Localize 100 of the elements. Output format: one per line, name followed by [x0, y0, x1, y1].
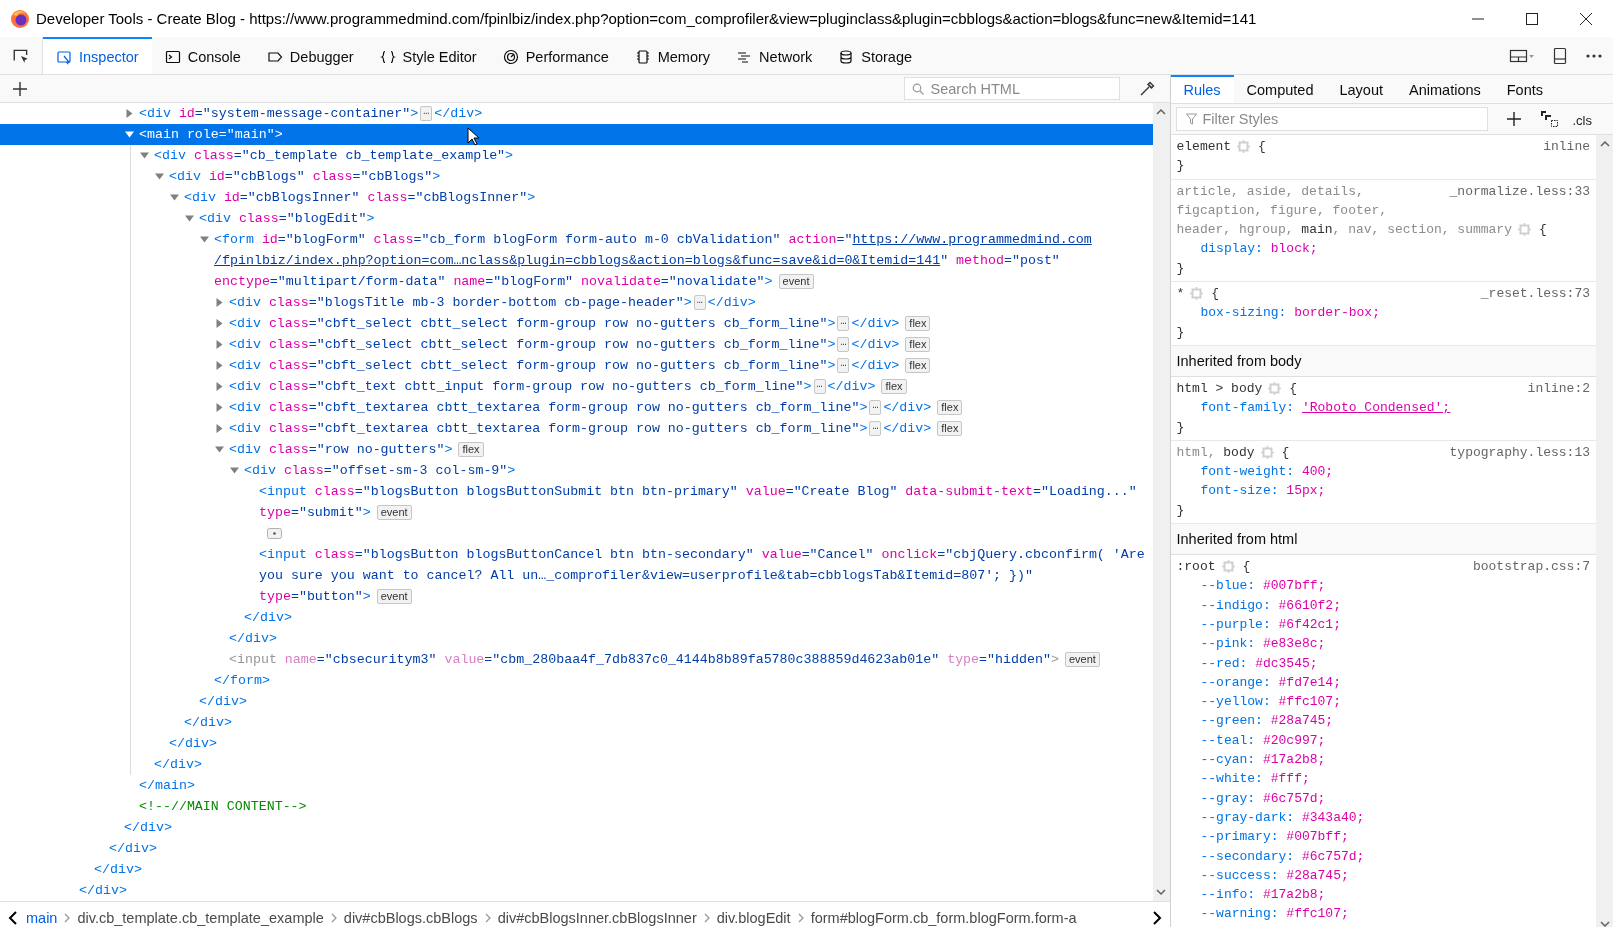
markup-code[interactable]: type="button"> — [259, 586, 371, 607]
tool-tab[interactable]: Storage — [825, 37, 926, 74]
css-declaration[interactable]: --teal: #20c997; — [1200, 732, 1326, 748]
source-link[interactable]: inline:2 — [1527, 378, 1590, 399]
sidebar-tab[interactable]: Layout — [1326, 75, 1397, 103]
markup-code[interactable]: </div> — [244, 607, 292, 628]
source-link[interactable]: inline — [1543, 137, 1590, 157]
markup-code[interactable]: <input class="blogsButton blogsButtonCancel btn btn-secondary" value="Cancel" onclick="cbjQuery.cbconfirm( 'Are — [259, 544, 1145, 565]
markup-code[interactable]: enctype="multipart/form-data" name="blogForm" novalidate="novalidate"> — [214, 271, 773, 292]
markup-code[interactable]: </div> — [109, 838, 157, 859]
collapsed-children-badge[interactable]: … — [837, 337, 850, 352]
breadcrumb[interactable]: div#cbBlogs.cbBlogs — [343, 909, 478, 926]
source-link[interactable]: _reset.less:73 — [1480, 284, 1590, 304]
css-declaration[interactable]: --gray-dark: #343a40; — [1200, 809, 1365, 825]
markup-code[interactable]: <div id="cbBlogsInner" class="cbBlogsInner"> — [184, 187, 536, 208]
tool-tab[interactable]: Style Editor — [366, 37, 490, 74]
css-selector[interactable]: html > body — [1176, 378, 1263, 399]
css-selector[interactable]: :root — [1176, 557, 1216, 577]
markup-code[interactable]: </div> — [851, 355, 900, 376]
markup-code[interactable]: you sure you want to cancel? All un…_comprofiler&view=userprofile&tab=cbblogsTab&Itemid=807'; })" — [259, 565, 1033, 586]
markup-code[interactable]: <div class="cbft_select cbtt_select form-group row no-gutters cb_form_line"> — [229, 355, 836, 376]
css-declaration[interactable]: --pink: #e83e8c; — [1200, 636, 1326, 652]
css-declaration[interactable]: --info: #17a2b8; — [1200, 887, 1326, 903]
markup-code[interactable]: <div class="cbft_textarea cbtt_textarea form-group row no-gutters cb_form_line"> — [229, 397, 868, 418]
markup-code[interactable]: </div> — [851, 334, 900, 355]
tool-tab[interactable]: Debugger — [253, 37, 367, 74]
css-declaration[interactable]: --yellow: #ffc107; — [1200, 694, 1341, 710]
collapsed-children-badge[interactable]: … — [837, 316, 850, 331]
markup-code[interactable]: <div class="row no-gutters"> — [229, 439, 453, 460]
css-declaration[interactable]: --white: #fff; — [1200, 771, 1310, 787]
collapsed-children-badge[interactable]: … — [813, 379, 826, 394]
collapsed-children-badge[interactable]: … — [869, 421, 882, 436]
markup-badge[interactable]: event — [1064, 652, 1100, 667]
markup-code[interactable]: <div class="blogsTitle mb-3 border-bottom cb-page-header"> — [229, 292, 692, 313]
css-declaration[interactable]: --green: #28a745; — [1200, 713, 1334, 729]
css-declaration[interactable]: --cyan: #17a2b8; — [1200, 752, 1326, 767]
markup-badge[interactable]: flex — [937, 421, 963, 436]
markup-code[interactable]: </div> — [434, 103, 483, 124]
markup-code[interactable]: <div class="cbft_text cbtt_input form-group row no-gutters cb_form_line"> — [229, 376, 812, 397]
markup-badge[interactable]: flex — [905, 337, 931, 352]
source-link[interactable]: bootstrap.css:7 — [1472, 557, 1590, 577]
source-link[interactable]: typography.less:13 — [1449, 442, 1590, 463]
markup-code[interactable]: /fpinlbiz/index.php?option=com…nclass&plugin=cbblogs&action=blogs&func=save&id=0&Itemid=141" method="post" — [214, 250, 1060, 271]
tool-tab[interactable]: Console — [151, 37, 254, 74]
markup-code[interactable]: </div> — [827, 376, 876, 397]
markup-badge[interactable]: flex — [937, 400, 963, 415]
markup-badge[interactable]: event — [376, 505, 412, 520]
tool-tab[interactable]: Inspector — [43, 37, 152, 74]
css-declaration[interactable]: font-size: 15px; — [1200, 483, 1326, 499]
markup-code[interactable]: </div> — [229, 628, 277, 649]
sidebar-tab[interactable]: Rules — [1170, 75, 1234, 103]
markup-badge[interactable]: flex — [905, 316, 931, 331]
css-declaration[interactable]: --success: #28a745; — [1200, 867, 1349, 883]
markup-code[interactable]: </form> — [214, 670, 270, 691]
markup-code[interactable]: <form id="blogForm" class="cb_form blogForm form-auto m-0 cbValidation" action="https://www.programmedmind.com — [214, 229, 1092, 250]
markup-badge[interactable]: event — [778, 274, 814, 289]
css-declaration[interactable]: font-weight: 400; — [1200, 464, 1334, 480]
markup-code[interactable]: <div class="offset-sm-3 col-sm-9"> — [244, 460, 516, 481]
sidebar-tab[interactable]: Computed — [1233, 75, 1327, 103]
markup-code[interactable]: <div class="cbft_textarea cbtt_textarea form-group row no-gutters cb_form_line"> — [229, 418, 868, 439]
markup-code[interactable]: <div id="cbBlogs" class="cbBlogs"> — [169, 166, 441, 187]
markup-badge[interactable]: event — [376, 589, 412, 604]
markup-code[interactable]: <div class="cbft_select cbtt_select form-group row no-gutters cb_form_line"> — [229, 334, 836, 355]
sidebar-tab[interactable]: Fonts — [1493, 75, 1557, 103]
markup-code[interactable]: <!--//MAIN CONTENT--> — [139, 796, 307, 817]
markup-code[interactable]: </div> — [184, 712, 232, 733]
markup-badge[interactable]: flex — [905, 358, 931, 373]
css-declaration[interactable]: display: block; — [1200, 241, 1318, 257]
selected-row-highlight[interactable]: <main role="main"> — [0, 124, 1153, 145]
markup-code[interactable]: </div> — [883, 397, 932, 418]
markup-code[interactable]: <div class="blogEdit"> — [199, 208, 375, 229]
markup-badge[interactable]: flex — [458, 442, 484, 457]
collapsed-children-badge[interactable]: … — [420, 106, 433, 121]
breadcrumb[interactable]: main — [26, 909, 58, 926]
markup-code[interactable]: </main> — [139, 775, 195, 796]
css-declaration[interactable]: --indigo: #6610f2; — [1200, 597, 1341, 613]
markup-code[interactable]: <div class="cbft_select cbtt_select form-group row no-gutters cb_form_line"> — [229, 313, 836, 334]
collapsed-children-badge[interactable]: … — [837, 358, 850, 373]
markup-code[interactable]: <div class="cb_template cb_template_example"> — [154, 145, 514, 166]
css-declaration[interactable]: --orange: #fd7e14; — [1200, 674, 1341, 690]
markup-code[interactable]: </div> — [883, 418, 932, 439]
markup-code[interactable]: <input name="cbsecuritym3" value="cbm_280baa4f_7db837c0_4144b8b89fa5780c388859d4623ab01e" type="hidden"> — [229, 649, 1059, 670]
markup-code[interactable]: <div id="system-message-container"> — [139, 103, 419, 124]
source-link[interactable]: _normalize.less:33 — [1449, 181, 1590, 201]
breadcrumb[interactable]: form#blogForm.cb_form.blogForm.form-a — [810, 909, 1077, 926]
markup-code[interactable]: </div> — [851, 313, 900, 334]
css-selector[interactable]: html, body — [1176, 442, 1255, 463]
breadcrumb[interactable]: div#cbBlogsInner.cbBlogsInner — [497, 909, 697, 926]
tool-tab[interactable]: Memory — [621, 37, 724, 74]
css-declaration[interactable]: --blue: #007bff; — [1200, 578, 1326, 594]
css-declaration[interactable]: --purple: #6f42c1; — [1200, 616, 1341, 632]
markup-code[interactable]: </div> — [707, 292, 756, 313]
markup-code[interactable]: </div> — [199, 691, 247, 712]
filter-field[interactable]: Filter Styles — [1175, 107, 1488, 131]
markup-code[interactable]: type="submit"> — [259, 502, 371, 523]
css-declaration[interactable]: --secondary: #6c757d; — [1200, 848, 1365, 864]
collapsed-children-badge[interactable]: … — [693, 295, 706, 310]
search-field[interactable]: Search HTML — [903, 77, 1120, 100]
css-declaration[interactable]: --gray: #6c757d; — [1200, 790, 1326, 806]
css-declaration[interactable]: --primary: #007bff; — [1200, 829, 1349, 845]
